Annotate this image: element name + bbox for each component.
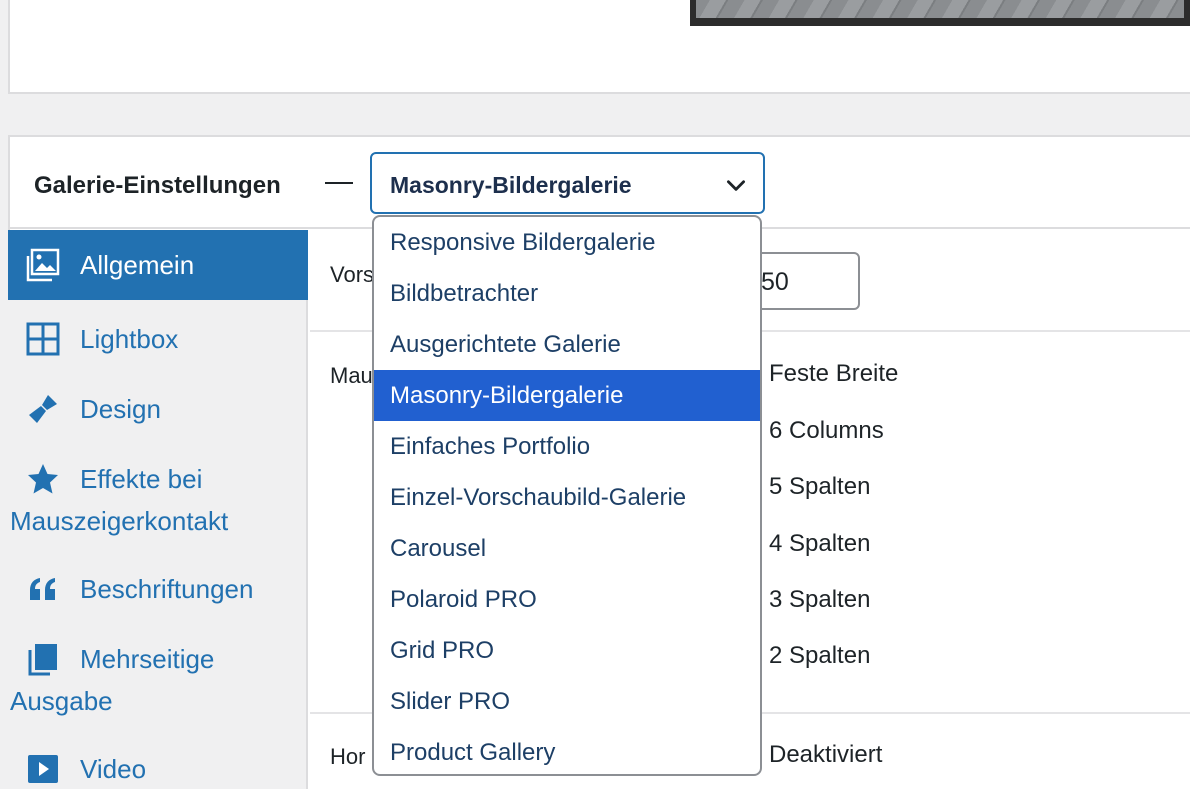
column-option[interactable]: 5 Spalten	[769, 473, 870, 501]
sidebar-item-label: Design	[80, 394, 161, 424]
row-label-masonry: Mau	[330, 363, 373, 388]
dropdown-option[interactable]: Grid PRO	[374, 625, 760, 676]
row-label-vorschau: Vors	[330, 262, 375, 287]
sidebar-item-allgemein[interactable]: Allgemein	[8, 230, 322, 300]
dropdown-option[interactable]: Responsive Bildergalerie	[374, 217, 760, 268]
sidebar-item-label: Lightbox	[80, 324, 179, 354]
sidebar-item-label: Mehrseitige	[80, 644, 215, 674]
dropdown-option[interactable]: Polaroid PRO	[374, 574, 760, 625]
gallery-preview-image	[690, 0, 1190, 26]
chevron-down-icon	[727, 180, 745, 191]
preview-panel	[8, 0, 1190, 94]
sidebar-item-label: Effekte bei	[80, 464, 203, 494]
column-option[interactable]: 2 Spalten	[769, 642, 870, 670]
dropdown-option[interactable]: Einzel-Vorschaubild-Galerie	[374, 472, 760, 523]
sidebar-item-label-line2: Mauszeigerkontakt	[10, 506, 229, 536]
sidebar-item-label: Beschriftungen	[80, 574, 254, 604]
image-gallery-icon	[26, 248, 60, 282]
column-option[interactable]: 3 Spalten	[769, 586, 870, 614]
preview-size-value: 50	[761, 268, 789, 296]
sidebar-item-label: Allgemein	[80, 250, 195, 280]
dropdown-option[interactable]: Carousel	[374, 523, 760, 574]
video-play-icon	[28, 755, 58, 783]
row-label-horizontal: Hor	[330, 744, 366, 769]
grid-icon	[26, 322, 60, 356]
dropdown-option[interactable]: Einfaches Portfolio	[374, 421, 760, 472]
gallery-type-selected-value: Masonry-Bildergalerie	[390, 172, 632, 198]
pages-icon	[28, 644, 57, 676]
dropdown-option[interactable]: Bildbetrachter	[374, 268, 760, 319]
title-separator	[325, 182, 353, 184]
gallery-type-select[interactable]: Masonry-Bildergalerie	[370, 152, 765, 214]
quote-icon	[30, 578, 55, 600]
dropdown-option[interactable]: Product Gallery	[374, 727, 760, 774]
settings-title: Galerie-Einstellungen	[34, 172, 281, 199]
dropdown-option-selected[interactable]: Masonry-Bildergalerie	[374, 370, 760, 421]
column-option[interactable]: Feste Breite	[769, 360, 898, 388]
settings-sidebar: Allgemein Lightbox Design Effekte bei Ma…	[8, 230, 322, 789]
sidebar-item-label-line2: Ausgabe	[10, 686, 113, 716]
column-option[interactable]: 6 Columns	[769, 417, 884, 445]
star-icon	[28, 464, 58, 494]
preview-size-input[interactable]: 50	[745, 252, 860, 310]
gallery-type-dropdown-list: Responsive Bildergalerie Bildbetrachter …	[372, 215, 762, 776]
column-option[interactable]: 4 Spalten	[769, 530, 870, 558]
dropdown-option[interactable]: Ausgerichtete Galerie	[374, 319, 760, 370]
paint-brush-icon	[29, 395, 57, 423]
horizontal-option-value[interactable]: Deaktiviert	[769, 741, 882, 769]
sidebar-item-label: Video	[80, 754, 147, 784]
dropdown-option[interactable]: Slider PRO	[374, 676, 760, 727]
